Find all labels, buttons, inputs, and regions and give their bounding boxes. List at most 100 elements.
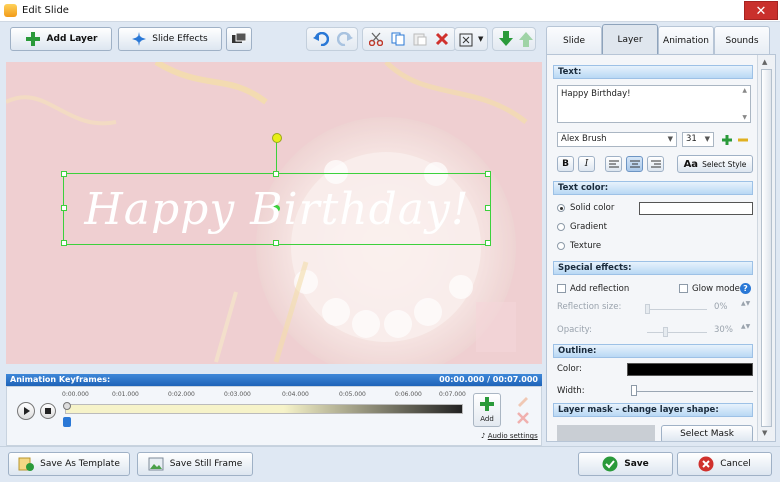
help-icon[interactable]: ? (740, 283, 751, 294)
gradient-radio[interactable] (557, 223, 565, 231)
add-layer-label: Add Layer (46, 34, 98, 44)
cut-button[interactable] (365, 28, 387, 50)
panel-scrollbar[interactable]: ▲ ▼ (757, 55, 775, 441)
tick-label: 0:05.000 (339, 391, 366, 398)
align-left-icon (608, 160, 619, 167)
tab-slide[interactable]: Slide (546, 26, 602, 54)
texture-radio[interactable] (557, 242, 565, 250)
scroll-up-icon[interactable]: ▲ (742, 87, 747, 94)
cancel-x-icon (698, 456, 714, 472)
solid-color-swatch[interactable] (639, 202, 753, 215)
glow-mode-checkbox[interactable] (679, 284, 688, 293)
italic-button[interactable]: I (578, 156, 595, 172)
decrease-size-icon[interactable] (737, 134, 749, 146)
delete-button[interactable] (431, 28, 453, 50)
fit-group[interactable]: ▼ (454, 27, 488, 51)
save-as-template-label: Save As Template (40, 459, 120, 469)
save-still-frame-button[interactable]: Save Still Frame (137, 452, 253, 476)
solid-color-radio[interactable] (557, 204, 565, 212)
text-section-header: Text: (553, 65, 753, 79)
align-center-button[interactable] (626, 156, 643, 172)
reflection-size-slider[interactable] (647, 309, 707, 310)
resize-handle-bottom-right[interactable] (485, 240, 491, 246)
layer-text-input[interactable]: Happy Birthday! ▲ ▼ (557, 85, 751, 123)
cancel-label: Cancel (720, 459, 751, 469)
edit-group (362, 27, 456, 51)
align-right-button[interactable] (647, 156, 664, 172)
scrollbar-thumb[interactable] (761, 69, 772, 427)
save-still-frame-label: Save Still Frame (169, 459, 243, 469)
text-color-header: Text color: (553, 181, 753, 195)
arrow-down-icon (499, 31, 513, 46)
resize-handle-top-left[interactable] (61, 171, 67, 177)
spinner-icon[interactable]: ▲▼ (741, 323, 750, 330)
resize-handle-right[interactable] (485, 205, 491, 211)
plus-icon (25, 32, 40, 46)
reflection-size-thumb[interactable] (645, 304, 650, 314)
add-layer-button[interactable]: Add Layer (10, 27, 112, 51)
outline-header: Outline: (553, 344, 753, 358)
rotation-handle[interactable] (272, 133, 282, 143)
fit-icon (459, 33, 473, 47)
slide-effects-button[interactable]: Slide Effects (118, 27, 222, 51)
tab-sounds[interactable]: Sounds (714, 26, 770, 54)
tick-label: 0:02.000 (168, 391, 195, 398)
copy-button[interactable] (387, 28, 409, 50)
undo-button[interactable] (310, 28, 332, 50)
scroll-down-icon[interactable]: ▼ (742, 114, 747, 121)
redo-button[interactable] (334, 28, 356, 50)
window-title: Edit Slide (22, 5, 69, 16)
undo-icon (313, 32, 329, 46)
save-button[interactable]: Save (578, 452, 673, 476)
scroll-up-icon[interactable]: ▲ (762, 58, 767, 66)
slide-canvas[interactable]: Happy Birthday! (6, 62, 542, 364)
save-as-template-button[interactable]: Save As Template (8, 452, 130, 476)
layer-mask-header: Layer mask - change layer shape: (553, 403, 753, 417)
checkmark-icon (602, 456, 618, 472)
reflection-size-value: 0% (714, 302, 728, 312)
font-select[interactable]: Alex Brush ▼ (557, 132, 677, 147)
move-up-button[interactable] (515, 28, 537, 50)
timeline-track[interactable] (65, 404, 463, 414)
opacity-slider[interactable] (647, 332, 707, 333)
save-label: Save (624, 459, 649, 469)
move-down-button[interactable] (495, 28, 517, 50)
solid-color-label: Solid color (570, 203, 615, 213)
resize-handle-top-right[interactable] (485, 171, 491, 177)
outline-color-label: Color: (557, 364, 582, 374)
font-size-select[interactable]: 31 ▼ (682, 132, 714, 147)
select-mask-button[interactable]: Select Mask (661, 425, 753, 441)
outline-width-slider[interactable] (633, 391, 753, 392)
resize-handle-bottom-left[interactable] (61, 240, 67, 246)
edit-keyframe-button[interactable] (516, 393, 534, 407)
spinner-icon[interactable]: ▲▼ (741, 300, 750, 307)
play-icon (24, 407, 30, 415)
playhead[interactable] (63, 402, 71, 410)
audio-settings-link[interactable]: ♪ Audio settings (481, 432, 543, 442)
add-keyframe-button[interactable]: Add (473, 393, 501, 427)
align-left-button[interactable] (605, 156, 622, 172)
scroll-down-icon[interactable]: ▼ (762, 429, 767, 437)
chevron-down-icon: ▼ (478, 35, 484, 43)
tab-layer[interactable]: Layer (602, 24, 658, 54)
outline-color-swatch[interactable] (627, 363, 753, 376)
close-button[interactable]: ✕ (744, 1, 778, 20)
keyframe-marker[interactable] (63, 417, 71, 427)
slide-effects-label: Slide Effects (152, 34, 208, 44)
chevron-down-icon: ▼ (667, 135, 673, 143)
outline-width-thumb[interactable] (631, 385, 637, 396)
increase-size-icon[interactable] (721, 134, 733, 146)
play-button[interactable] (17, 402, 35, 420)
bold-button[interactable]: B (557, 156, 574, 172)
paste-button[interactable] (409, 28, 431, 50)
tab-animation[interactable]: Animation (658, 26, 714, 54)
resize-handle-left[interactable] (61, 205, 67, 211)
cancel-button[interactable]: Cancel (677, 452, 772, 476)
select-style-button[interactable]: Aa Select Style (677, 155, 753, 173)
add-reflection-checkbox[interactable] (557, 284, 566, 293)
arrow-up-icon (519, 32, 533, 47)
stop-button[interactable] (40, 403, 56, 419)
film-button[interactable] (226, 27, 252, 51)
opacity-thumb[interactable] (663, 327, 668, 337)
delete-keyframe-button[interactable] (516, 411, 534, 425)
